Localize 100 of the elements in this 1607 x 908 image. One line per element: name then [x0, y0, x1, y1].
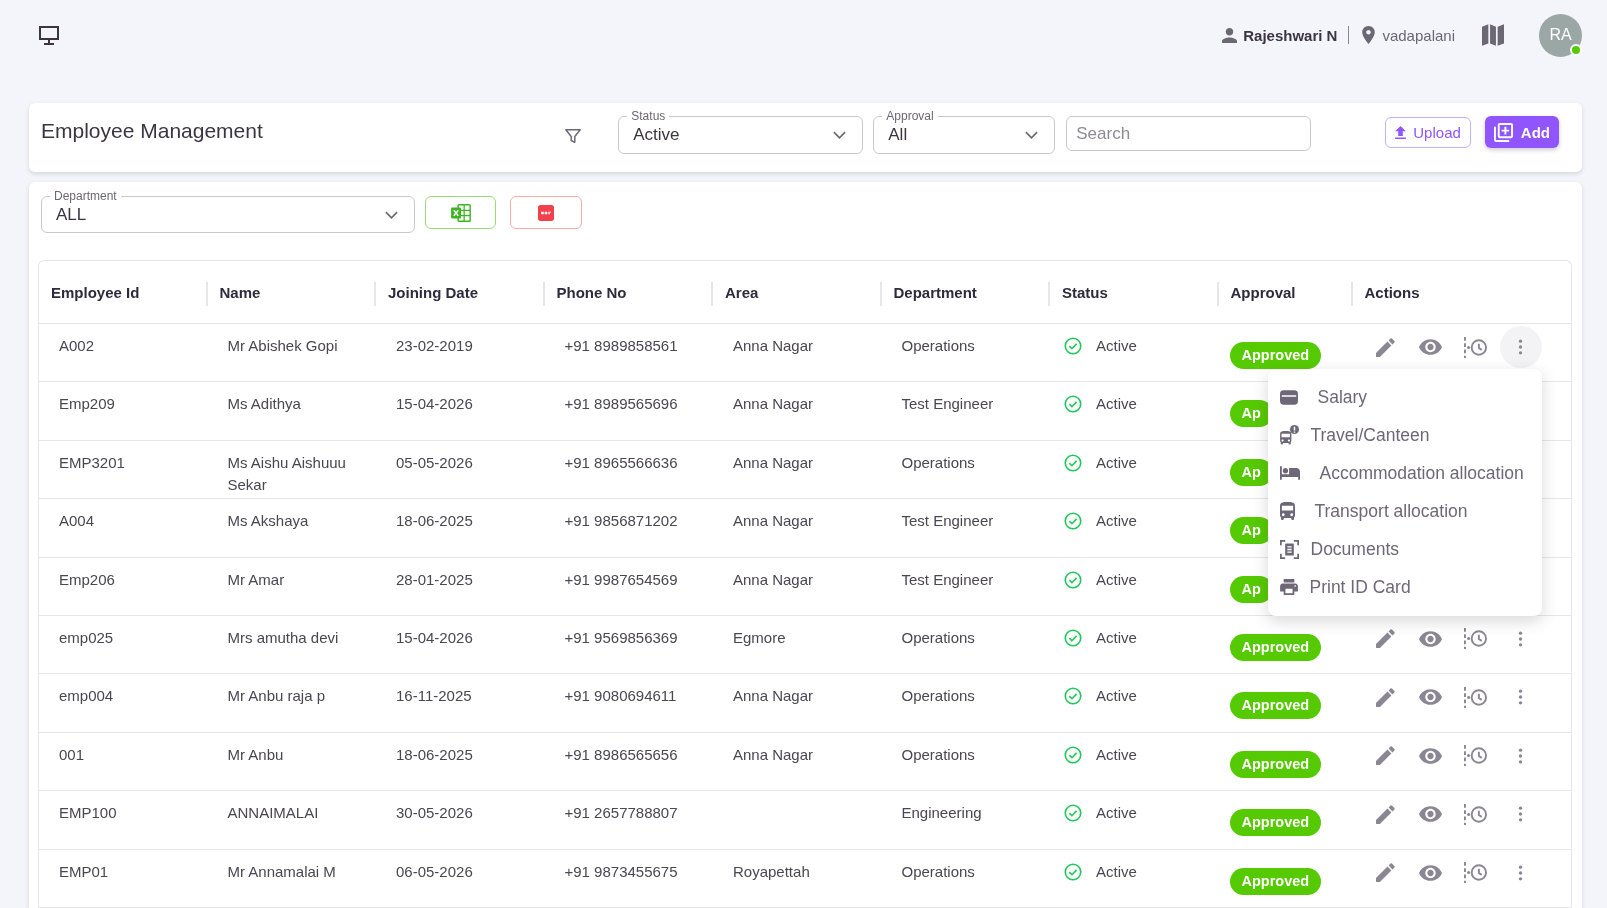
- table-cell: 06-05-2026: [376, 849, 545, 908]
- timeline-clock-icon[interactable]: [1463, 802, 1488, 826]
- bus-alert-icon: [1279, 425, 1299, 445]
- eye-icon[interactable]: [1419, 339, 1442, 355]
- status-text: Active: [1096, 394, 1137, 415]
- table-cell: Operations: [881, 323, 1050, 382]
- table-cell: 18-06-2025: [376, 732, 545, 791]
- table-cell: EMP100: [39, 790, 208, 849]
- status-text: Active: [1096, 452, 1137, 473]
- table-cell: 15-04-2026: [376, 381, 545, 441]
- check-circle-icon: [1064, 337, 1082, 355]
- eye-icon[interactable]: [1419, 630, 1442, 647]
- table-cell: 15-04-2026: [376, 615, 545, 674]
- table-cell: ANNAIMALAI: [207, 790, 376, 849]
- table-cell: +91 9569856369: [544, 615, 713, 674]
- table-cell: Emp209: [39, 381, 208, 441]
- pencil-icon[interactable]: [1376, 629, 1395, 649]
- table-cell: Anna Nagar: [713, 323, 882, 382]
- table-cell: Test Engineer: [881, 557, 1050, 616]
- upload-button[interactable]: Upload: [1385, 117, 1471, 148]
- status-text: Active: [1096, 627, 1137, 648]
- check-circle-icon: [1064, 628, 1082, 647]
- eye-icon[interactable]: [1419, 806, 1442, 823]
- eye-icon[interactable]: [1419, 747, 1442, 764]
- kebab-icon[interactable]: [1518, 805, 1523, 824]
- table-cell: Mr Anbu: [207, 732, 376, 791]
- approval-badge: Approved: [1229, 692, 1322, 720]
- field-label: Status: [630, 109, 667, 123]
- card-icon: [1279, 389, 1298, 405]
- timeline-clock-icon[interactable]: [1463, 627, 1488, 651]
- kebab-icon[interactable]: [1518, 629, 1523, 648]
- dropdown-field[interactable]: Department ALL: [41, 189, 415, 233]
- table-cell: 18-06-2025: [376, 498, 545, 558]
- add-button[interactable]: Add: [1484, 116, 1559, 148]
- chevron-down-icon: [1025, 131, 1039, 139]
- upload-icon: [1395, 126, 1407, 139]
- eye-icon[interactable]: [1419, 689, 1442, 706]
- chevron-down-icon: [833, 131, 847, 139]
- column-header: Employee Id: [39, 261, 208, 324]
- kebab-icon[interactable]: [1518, 863, 1523, 882]
- table-cell: 001: [39, 732, 208, 791]
- timeline-clock-icon[interactable]: [1463, 744, 1488, 768]
- pencil-icon[interactable]: [1376, 863, 1395, 882]
- map-icon[interactable]: [1482, 24, 1504, 46]
- timeline-clock-icon[interactable]: [1463, 861, 1488, 884]
- status-text: Active: [1096, 686, 1137, 707]
- column-header: Approval: [1218, 261, 1353, 324]
- table-cell: +91 8965566636: [544, 440, 713, 499]
- status-text: Active: [1096, 861, 1137, 882]
- approval-badge: Approved: [1229, 809, 1322, 837]
- check-circle-icon: [1064, 687, 1082, 706]
- table-cell: +91 8989565696: [544, 381, 713, 441]
- table-cell: +91 9080694611: [544, 673, 713, 733]
- column-header: Department: [881, 261, 1050, 324]
- table-cell: Mr Amar: [207, 557, 376, 616]
- table-cell: A004: [39, 498, 208, 558]
- kebab-icon[interactable]: [1518, 746, 1523, 765]
- table-cell: Mr Annamalai M: [207, 849, 376, 908]
- table-cell: +91 9873455675: [544, 849, 713, 908]
- table-cell: +91 8989858561: [544, 323, 713, 382]
- pencil-icon[interactable]: [1376, 804, 1395, 824]
- approval-badge: Approved: [1229, 342, 1322, 369]
- column-header: Area: [713, 261, 882, 324]
- table-cell: Ms Adithya: [207, 381, 376, 441]
- pencil-icon[interactable]: [1376, 687, 1395, 707]
- pdf-export-button[interactable]: [510, 196, 582, 229]
- add-box-icon: [1493, 122, 1513, 142]
- table-cell: Operations: [881, 673, 1050, 733]
- dropdown-field[interactable]: Status Active: [618, 109, 864, 154]
- table-cell: +91 9856871202: [544, 498, 713, 558]
- field-label: Department: [53, 189, 118, 203]
- table-cell: 28-01-2025: [376, 557, 545, 616]
- check-circle-icon: [1064, 512, 1082, 531]
- pencil-icon[interactable]: [1376, 337, 1395, 357]
- excel-export-button[interactable]: [425, 196, 496, 229]
- pencil-icon[interactable]: [1376, 746, 1395, 766]
- status-text: Active: [1096, 569, 1137, 590]
- check-circle-icon: [1064, 570, 1082, 589]
- table-cell: emp025: [39, 615, 208, 674]
- dropdown-field[interactable]: Approval All: [873, 109, 1056, 154]
- timeline-clock-icon[interactable]: [1463, 335, 1488, 359]
- monitor-icon[interactable]: [39, 25, 59, 45]
- person-icon: [1222, 27, 1238, 43]
- user-name: Rajeshwari N: [1243, 26, 1338, 44]
- table-cell: +91 9987654569: [544, 557, 713, 616]
- table-cell: Mr Abishek Gopi: [207, 323, 376, 382]
- table-cell: Test Engineer: [881, 498, 1050, 558]
- kebab-icon[interactable]: [1518, 688, 1523, 707]
- column-header: Joining Date: [376, 261, 545, 324]
- table-cell: 05-05-2026: [376, 440, 545, 499]
- search-field[interactable]: Search: [1066, 116, 1312, 151]
- table-cell: emp004: [39, 673, 208, 733]
- eye-icon[interactable]: [1419, 864, 1442, 881]
- timeline-clock-icon[interactable]: [1463, 685, 1488, 709]
- chevron-down-icon: [385, 210, 398, 219]
- field-label: Approval: [885, 109, 935, 123]
- table-cell: Ms Akshaya: [207, 498, 376, 558]
- table-cell: Emp206: [39, 557, 208, 616]
- approval-badge: Approved: [1229, 633, 1322, 661]
- filter-icon[interactable]: [564, 127, 583, 145]
